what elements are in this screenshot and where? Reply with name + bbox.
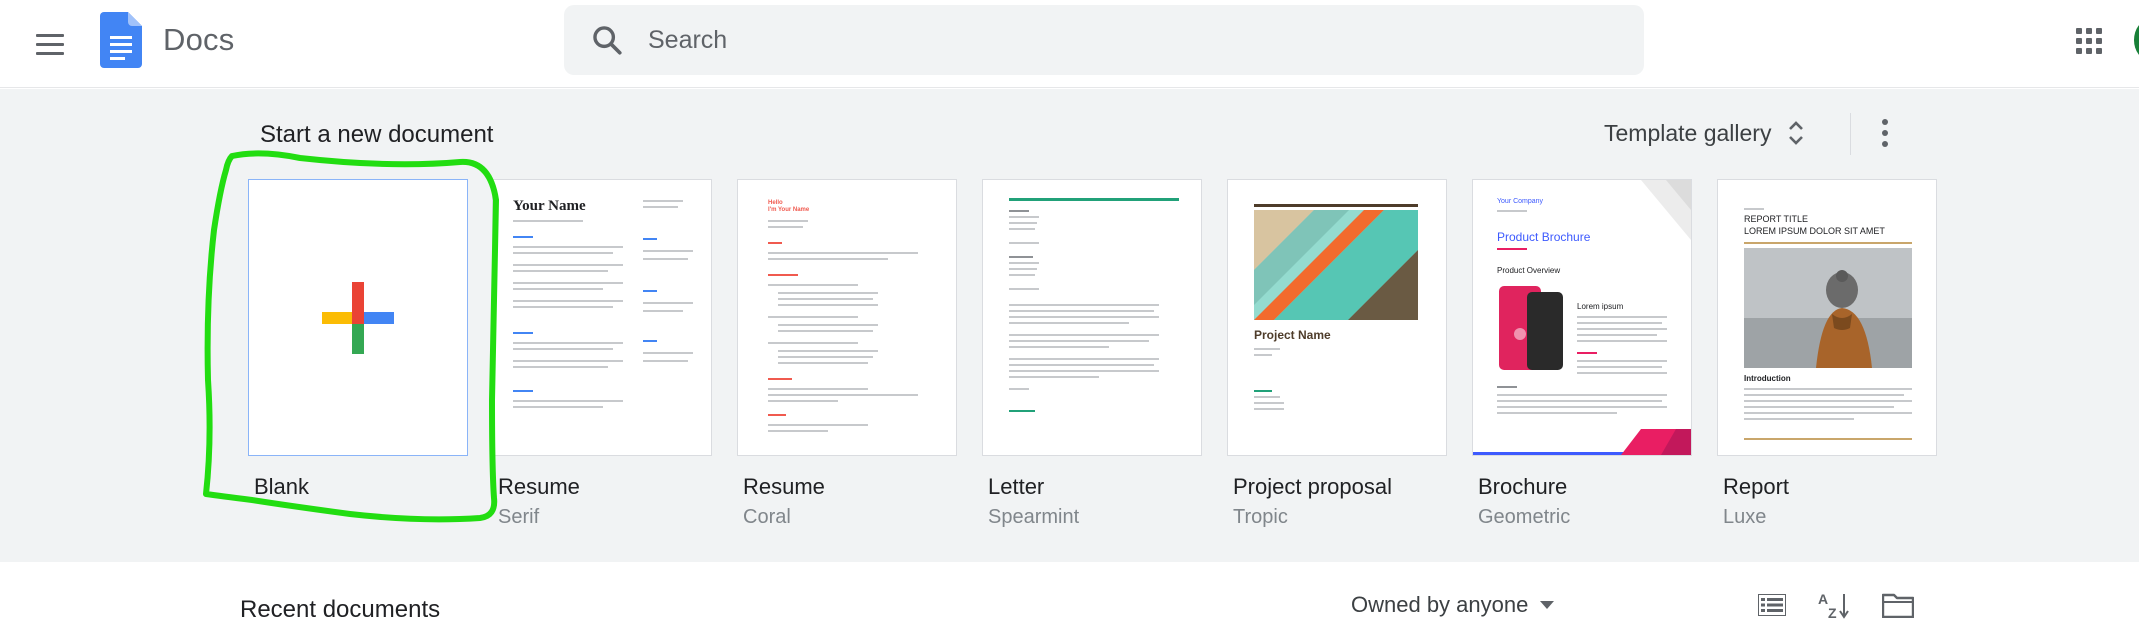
thumb-subheading: LOREM IPSUM DOLOR SIT AMET [1744, 226, 1885, 236]
template-subtitle: Serif [498, 506, 540, 528]
thumb-heading: REPORT TITLE [1744, 214, 1809, 224]
thumb-graphic [1254, 210, 1418, 320]
template-subtitle: Coral [743, 506, 791, 528]
thumb-heading: Hello I'm Your Name [768, 200, 810, 213]
account-avatar[interactable] [2134, 20, 2139, 60]
template-name: Resume [498, 474, 580, 499]
plus-icon [322, 282, 394, 354]
template-thumbnail[interactable] [248, 179, 468, 456]
dropdown-caret-icon [1540, 601, 1555, 609]
unfold-icon [1789, 121, 1804, 145]
template-resume-coral[interactable]: Hello I'm Your Name Resume Coral [737, 179, 957, 529]
more-vert-icon[interactable] [1870, 111, 1900, 155]
template-thumbnail[interactable]: Your Company Product Brochure Product Ov… [1472, 179, 1692, 456]
template-gallery-button[interactable]: Template gallery [1604, 109, 1805, 157]
template-subtitle: Spearmint [988, 506, 1080, 528]
template-subtitle: Geometric [1478, 506, 1571, 528]
section-title: Start a new document [260, 121, 494, 148]
thumb-subheading: Introduction [1744, 374, 1791, 383]
sort-az-icon[interactable]: A Z [1818, 590, 1852, 620]
template-thumbnail[interactable]: Project Name [1227, 179, 1447, 456]
template-name: Project proposal [1233, 474, 1392, 499]
template-resume-serif[interactable]: Your Name Resume Serif [492, 179, 712, 529]
hamburger-menu-icon[interactable] [30, 24, 70, 64]
template-name: Letter [988, 474, 1045, 499]
thumb-heading: Project Name [1254, 328, 1331, 342]
template-brochure-geometric[interactable]: Your Company Product Brochure Product Ov… [1472, 179, 1692, 529]
template-report-luxe[interactable]: REPORT TITLE LOREM IPSUM DOLOR SIT AMET … [1717, 179, 1937, 529]
template-thumbnail[interactable]: Your Name [492, 179, 712, 456]
template-name: Brochure [1478, 474, 1568, 499]
start-new-document-section: Start a new document Template gallery Bl… [0, 89, 2139, 562]
docs-logo-icon[interactable] [100, 12, 142, 68]
thumb-heading: Product Brochure [1497, 230, 1591, 244]
top-bar: Docs [0, 0, 2139, 88]
search-input[interactable] [648, 17, 1608, 63]
svg-text:A: A [1818, 591, 1828, 607]
app-title[interactable]: Docs [163, 22, 234, 58]
template-subtitle: Luxe [1723, 506, 1767, 528]
thumb-corner-pattern [1641, 180, 1691, 240]
google-apps-icon[interactable] [2076, 28, 2102, 54]
list-view-icon[interactable] [1758, 594, 1786, 616]
template-blank[interactable]: Blank [248, 179, 468, 500]
thumb-subheading: Product Overview [1497, 266, 1561, 275]
thumb-heading: Your Name [513, 198, 586, 214]
owner-filter-dropdown[interactable]: Owned by anyone [1351, 592, 1555, 618]
template-name: Report [1723, 474, 1790, 499]
thumb-subheading: Lorem ipsum [1577, 302, 1624, 311]
template-thumbnail[interactable]: REPORT TITLE LOREM IPSUM DOLOR SIT AMET … [1717, 179, 1937, 456]
thumb-photo [1744, 248, 1912, 368]
search-icon[interactable] [590, 23, 624, 57]
search-bar[interactable] [564, 5, 1644, 75]
template-letter-spearmint[interactable]: Letter Spearmint [982, 179, 1202, 529]
template-name: Resume [743, 474, 825, 499]
template-gallery-label: Template gallery [1604, 119, 1772, 146]
thumb-phone-image [1499, 286, 1563, 370]
template-subtitle: Tropic [1233, 506, 1288, 528]
template-thumbnail[interactable]: Hello I'm Your Name [737, 179, 957, 456]
svg-text:Z: Z [1828, 605, 1837, 620]
folder-icon[interactable] [1882, 592, 1914, 618]
divider [1850, 113, 1851, 155]
template-name: Blank [254, 474, 310, 499]
template-project-proposal-tropic[interactable]: Project Name Project proposal Tropic [1227, 179, 1447, 529]
recent-documents-title: Recent documents [240, 596, 441, 623]
owner-filter-label: Owned by anyone [1351, 592, 1529, 617]
template-thumbnail[interactable] [982, 179, 1202, 456]
thumb-company: Your Company [1497, 198, 1544, 205]
thumb-corner-pattern [1621, 429, 1691, 455]
